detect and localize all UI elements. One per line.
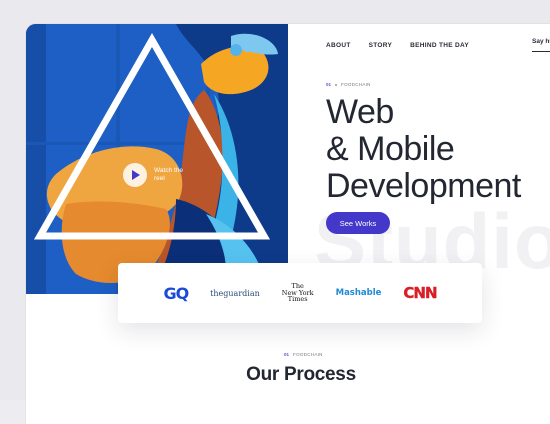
logo-guardian: theguardian (210, 288, 260, 298)
play-icon (131, 170, 140, 180)
logo-gq-text: GQ (163, 283, 189, 303)
hero-crumb: 01 FOODCHAIN (326, 82, 371, 87)
process-tag-label: FOODCHAIN (293, 352, 323, 357)
see-works-button[interactable]: See Works (326, 212, 390, 234)
crumb-label: FOODCHAIN (341, 82, 371, 87)
process-tag: 01 FOODCHAIN (284, 352, 323, 357)
process-title: Our Process (246, 364, 356, 385)
headline-line-2: & Mobile (326, 130, 455, 168)
process-tag-number: 01 (284, 352, 290, 357)
crumb-dot (335, 83, 338, 86)
hero-headline: Web & Mobile Development (326, 94, 521, 205)
crumb-number: 01 (326, 82, 332, 87)
say-hi-link[interactable]: Say hi! (532, 38, 550, 52)
logo-mashable: Mashable (335, 288, 382, 298)
logo-nyt: The New York Times (282, 283, 314, 303)
hero-image (26, 24, 288, 294)
logo-gq: GQ (163, 283, 189, 303)
logo-nyt-line-3: Times (287, 295, 308, 304)
top-nav: ABOUT STORY BEHIND THE DAY (326, 42, 469, 49)
watch-reel[interactable]: Watch the reel (123, 163, 188, 187)
nav-item-behind-the-day[interactable]: BEHIND THE DAY (410, 42, 469, 49)
headline-line-3: Development (326, 167, 521, 205)
logo-cnn: CNN (403, 284, 438, 302)
press-logos-card: GQ theguardian The New York Times Mashab… (118, 263, 482, 323)
hero-artwork (26, 24, 288, 294)
nav-item-story[interactable]: STORY (369, 42, 393, 49)
watch-reel-label: Watch the reel (154, 167, 184, 182)
play-button[interactable] (123, 163, 147, 187)
headline-line-1: Web (326, 93, 394, 131)
browser-screen: Studio Watch the reel ABOUT STORY BEHIND… (26, 24, 550, 424)
nav-item-about[interactable]: ABOUT (326, 42, 351, 49)
